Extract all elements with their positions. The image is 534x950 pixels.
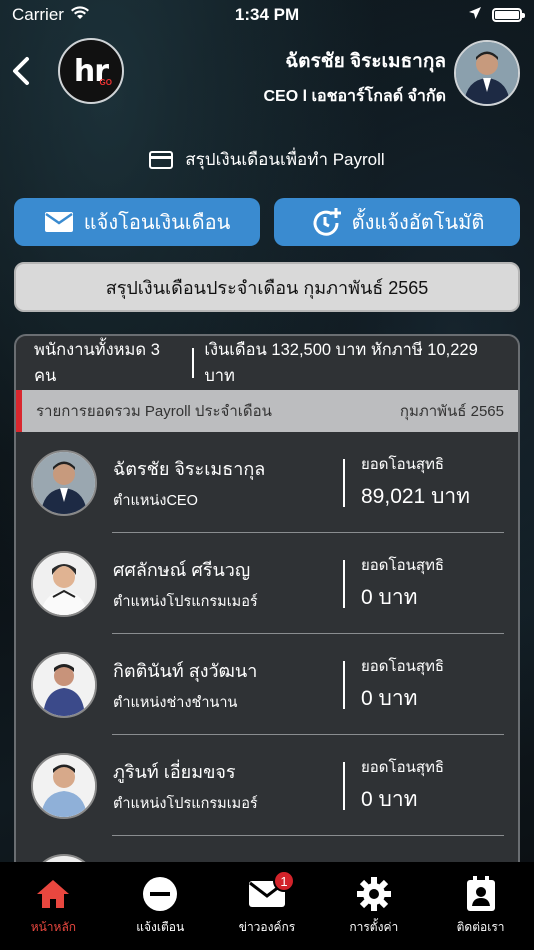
mail-icon: [44, 212, 73, 232]
header: hr GO ฉัตรชัย จิระเมธากุล CEO l เอชอาร์โ…: [0, 36, 534, 108]
employee-name: ศศลักษณ์ ศรีนวญ: [113, 559, 251, 580]
minus-circle-icon: [140, 876, 180, 912]
battery-icon: [492, 8, 525, 22]
amount-label: ยอดโอนสุทธิ: [361, 658, 445, 675]
user-name: ฉัตรชัย จิระเมธากุล: [285, 51, 446, 72]
location-icon: [468, 5, 482, 25]
status-time: 1:34 PM: [234, 5, 300, 24]
row-divider: [343, 761, 345, 810]
employee-position: ตำแหน่งช่างชำนาน: [113, 694, 238, 711]
employee-name: ภูรินท์ เอี่ยมขจร: [113, 761, 236, 782]
employee-avatar: [31, 449, 97, 516]
chevron-left-icon: [13, 57, 29, 85]
employee-position: ตำแหน่งโปรแกรมเมอร์: [113, 795, 258, 812]
payroll-summary: พนักงานทั้งหมด 3 คน เงินเดือน 132,500 บา…: [16, 336, 518, 390]
section-title-text: สรุปเงินเดือนเพื่อทำ Payroll: [185, 150, 385, 169]
amount-label: ยอดโอนสุทธิ: [361, 557, 445, 574]
action-row: แจ้งโอนเงินเดือน ตั้งแจ้งอัตโนมัติ: [14, 198, 520, 246]
tab-notifications[interactable]: แจ้งเตือน: [110, 876, 210, 937]
tab-label: หน้าหลัก: [30, 920, 77, 934]
employee-name: ฉัตรชัย จิระเมธากุล: [113, 458, 266, 479]
row-divider: [343, 559, 345, 608]
payroll-panel: พนักงานทั้งหมด 3 คน เงินเดือน 132,500 บา…: [14, 334, 520, 894]
tab-contact[interactable]: ติดต่อเรา: [431, 876, 531, 937]
clock-plus-icon: [313, 208, 341, 236]
carrier-label: Carrier: [12, 5, 64, 24]
employee-count: พนักงานทั้งหมด 3 คน: [34, 341, 160, 385]
logo-sub: GO: [99, 78, 112, 87]
amount-label: ยอดโอนสุทธิ: [361, 759, 445, 776]
back-button[interactable]: [8, 54, 34, 88]
employee-avatar: [31, 550, 97, 617]
home-icon: [33, 876, 73, 912]
amount-value: 0 บาท: [361, 586, 418, 609]
summary-divider: [192, 348, 195, 378]
employee-avatar: [31, 651, 97, 718]
tab-label: แจ้งเตือน: [136, 920, 185, 934]
employee-avatar: [31, 752, 97, 819]
tab-label: ข่าวองค์กร: [238, 920, 296, 934]
employee-amount: ยอดโอนสุทธิ 89,021 บาท: [361, 452, 470, 513]
employee-info: ฉัตรชัย จิระเมธากุล ตำแหน่งCEO: [113, 454, 333, 512]
tab-label: ติดต่อเรา: [456, 920, 505, 934]
gear-icon: [354, 876, 394, 912]
section-title: สรุปเงินเดือนเพื่อทำ Payroll: [0, 146, 534, 173]
notify-transfer-button[interactable]: แจ้งโอนเงินเดือน: [14, 198, 260, 246]
employee-amount: ยอดโอนสุทธิ 0 บาท: [361, 755, 444, 816]
user-avatar[interactable]: [454, 40, 520, 106]
employee-amount: ยอดโอนสุทธิ 0 บาท: [361, 654, 444, 715]
employee-row[interactable]: ศศลักษณ์ ศรีนวญ ตำแหน่งโปรแกรมเมอร์ ยอดโ…: [16, 533, 518, 634]
payroll-header: รายการยอดรวม Payroll ประจำเดือน กุมภาพัน…: [16, 390, 518, 432]
auto-notify-button[interactable]: ตั้งแจ้งอัตโนมัติ: [274, 198, 520, 246]
contact-icon: [461, 876, 501, 912]
auto-notify-label: ตั้งแจ้งอัตโนมัติ: [351, 212, 485, 234]
tab-label: การตั้งค่า: [349, 920, 399, 934]
tab-home[interactable]: หน้าหลัก: [3, 876, 103, 937]
salary-total: เงินเดือน 132,500 บาท หักภาษี 10,229 บาท: [204, 341, 478, 385]
amount-label: ยอดโอนสุทธิ: [361, 456, 445, 473]
news-badge: 1: [272, 870, 295, 892]
user-role: CEO l เอชอาร์โกลด์ จำกัด: [263, 88, 447, 105]
tab-news[interactable]: 1 ข่าวองค์กร: [217, 870, 317, 937]
tab-bar: หน้าหลัก แจ้งเตือน 1 ข่าวองค์กร การตั้งค…: [0, 862, 534, 950]
app-logo: hr GO: [58, 38, 124, 104]
employee-row[interactable]: กิตตินันท์ สุงวัฒนา ตำแหน่งช่างชำนาน ยอด…: [16, 634, 518, 735]
row-divider: [343, 458, 345, 507]
row-divider: [343, 660, 345, 709]
wifi-icon: [70, 5, 90, 25]
amount-value: 0 บาท: [361, 687, 418, 710]
employee-position: ตำแหน่งโปรแกรมเมอร์: [113, 593, 258, 610]
status-bar: Carrier 1:34 PM: [0, 0, 534, 30]
amount-value: 0 บาท: [361, 788, 418, 811]
user-info: ฉัตรชัย จิระเมธากุล CEO l เอชอาร์โกลด์ จ…: [264, 46, 447, 109]
employee-row[interactable]: ฉัตรชัย จิระเมธากุล ตำแหน่งCEO ยอดโอนสุท…: [16, 432, 518, 533]
employee-info: ศศลักษณ์ ศรีนวญ ตำแหน่งโปรแกรมเมอร์: [113, 555, 333, 613]
payroll-header-right: กุมภาพันธ์ 2565: [399, 403, 504, 420]
employee-info: ภูรินท์ เอี่ยมขจร ตำแหน่งโปรแกรมเมอร์: [113, 757, 333, 815]
notify-transfer-label: แจ้งโอนเงินเดือน: [83, 212, 231, 234]
month-selector[interactable]: สรุปเงินเดือนประจำเดือน กุมภาพันธ์ 2565: [14, 262, 520, 312]
card-icon: [149, 150, 174, 169]
tab-settings[interactable]: การตั้งค่า: [324, 876, 424, 937]
employee-amount: ยอดโอนสุทธิ 0 บาท: [361, 553, 444, 614]
employee-info: กิตตินันท์ สุงวัฒนา ตำแหน่งช่างชำนาน: [113, 656, 333, 714]
employee-name: กิตตินันท์ สุงวัฒนา: [113, 660, 258, 681]
employee-position: ตำแหน่งCEO: [113, 492, 198, 509]
payroll-header-left: รายการยอดรวม Payroll ประจำเดือน: [36, 403, 272, 420]
amount-value: 89,021 บาท: [361, 485, 471, 508]
employee-row[interactable]: ภูรินท์ เอี่ยมขจร ตำแหน่งโปรแกรมเมอร์ ยอ…: [16, 735, 518, 836]
